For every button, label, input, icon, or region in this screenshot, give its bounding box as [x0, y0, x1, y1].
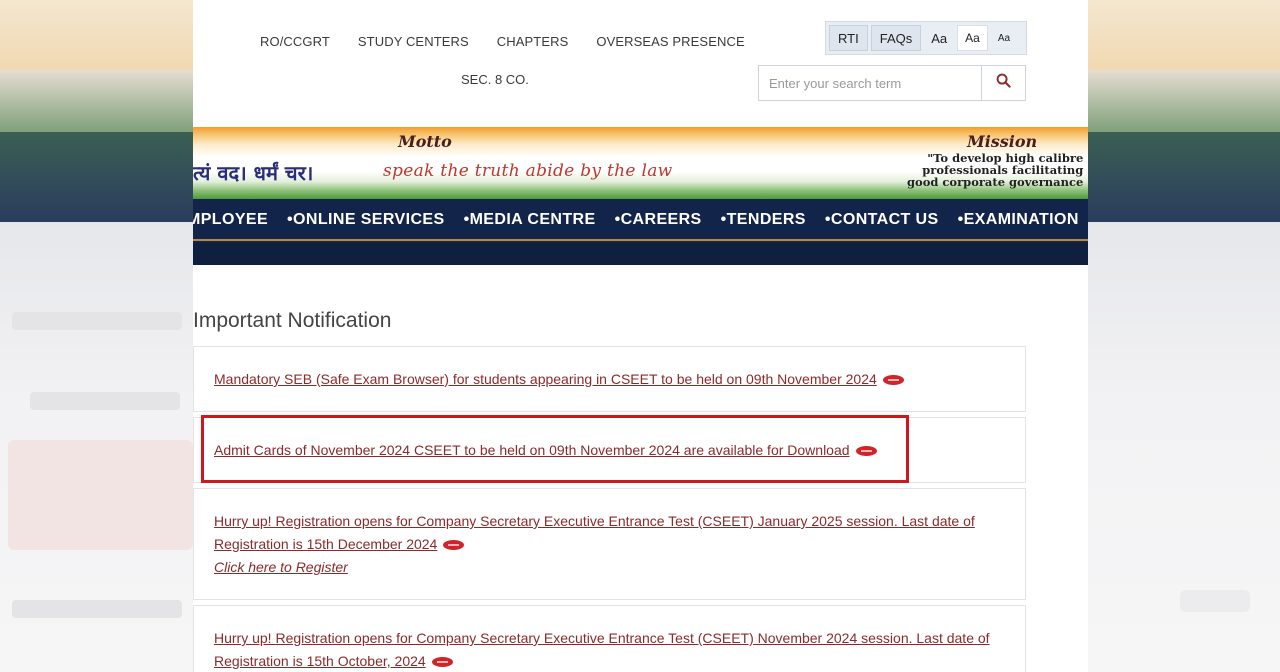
notification-card: Mandatory SEB (Safe Exam Browser) for st…: [193, 346, 1026, 412]
blurred-backdrop-right: [1087, 0, 1280, 672]
main-nav-row: MPLOYEE •ONLINE SERVICES •MEDIA CENTRE •…: [193, 211, 1088, 229]
nav-lower-band: [193, 243, 1088, 265]
top-link-sec8co[interactable]: SEC. 8 CO.: [461, 72, 529, 87]
top-links-row2: SEC. 8 CO.: [461, 72, 529, 87]
register-link[interactable]: Click here to Register: [214, 559, 348, 575]
new-badge-icon: [443, 539, 465, 550]
notification-link[interactable]: Registration is 15th October, 2024: [214, 653, 426, 669]
utility-bar: RTI FAQs Aa Aa Aa: [825, 21, 1027, 55]
top-link-chapters[interactable]: CHAPTERS: [497, 34, 569, 49]
section-heading: Important Notification: [193, 309, 392, 332]
new-badge-icon: [431, 656, 453, 667]
motto-english: speak the truth abide by the law: [383, 161, 673, 181]
blurred-backdrop-left: [0, 0, 193, 672]
top-link-overseas-presence[interactable]: OVERSEAS PRESENCE: [596, 34, 744, 49]
font-size-small-button[interactable]: Aa: [991, 25, 1017, 51]
notification-card: Hurry up! Registration opens for Company…: [193, 488, 1026, 600]
top-link-ro-ccgrt[interactable]: RO/CCGRT: [260, 34, 330, 49]
notification-link[interactable]: Admit Cards of November 2024 CSEET to be…: [214, 442, 850, 458]
nav-item-online-services[interactable]: •ONLINE SERVICES: [287, 211, 445, 229]
notification-link[interactable]: Mandatory SEB (Safe Exam Browser) for st…: [214, 371, 877, 387]
nav-item-media-centre[interactable]: •MEDIA CENTRE: [464, 211, 596, 229]
top-link-study-centers[interactable]: STUDY CENTERS: [358, 34, 469, 49]
font-size-medium-button[interactable]: Aa: [957, 25, 988, 51]
mission-line: good corporate governance: [907, 175, 1084, 189]
mission-heading: Mission: [967, 132, 1038, 151]
notification-card: Admit Cards of November 2024 CSEET to be…: [193, 417, 1026, 483]
nav-item-tenders[interactable]: •TENDERS: [721, 211, 806, 229]
notification-link[interactable]: Hurry up! Registration opens for Company…: [214, 630, 990, 646]
notification-link[interactable]: Hurry up! Registration opens for Company…: [214, 513, 975, 529]
faqs-button[interactable]: FAQs: [870, 25, 922, 51]
rti-button[interactable]: RTI: [829, 25, 868, 51]
notification-card: Hurry up! Registration opens for Company…: [193, 605, 1026, 672]
new-badge-icon: [855, 445, 877, 456]
main-nav: MPLOYEE •ONLINE SERVICES •MEDIA CENTRE •…: [193, 199, 1088, 265]
search-input[interactable]: [759, 66, 981, 100]
page: RO/CCGRT STUDY CENTERS CHAPTERS OVERSEAS…: [193, 0, 1088, 672]
motto-banner: Motto Mission त्यं वद। धर्मं चर। speak t…: [193, 127, 1088, 199]
search-icon: [996, 73, 1011, 93]
mission-text: "To develop high calibre professionals f…: [907, 152, 1083, 188]
nav-item-employee[interactable]: MPLOYEE: [193, 211, 268, 229]
new-badge-icon: [882, 374, 904, 385]
search-button[interactable]: [981, 66, 1025, 100]
search-box: [758, 65, 1026, 101]
nav-item-examination[interactable]: •EXAMINATION: [958, 211, 1079, 229]
motto-heading: Motto: [398, 132, 452, 151]
nav-item-contact-us[interactable]: •CONTACT US: [825, 211, 939, 229]
hindi-motto: त्यं वद। धर्मं चर।: [193, 161, 314, 185]
notification-link[interactable]: Registration is 15th December 2024: [214, 536, 437, 552]
top-links: RO/CCGRT STUDY CENTERS CHAPTERS OVERSEAS…: [260, 34, 745, 49]
nav-divider: [193, 239, 1088, 241]
font-size-large-button[interactable]: Aa: [924, 25, 954, 51]
nav-item-careers[interactable]: •CAREERS: [615, 211, 702, 229]
